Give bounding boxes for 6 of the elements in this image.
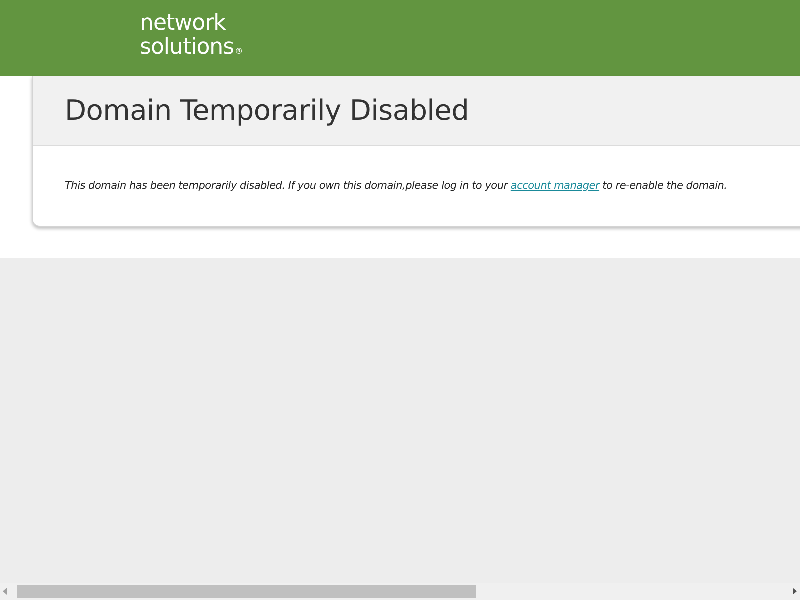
page-title: Domain Temporarily Disabled [65,94,470,127]
horizontal-scrollbar[interactable] [0,583,800,600]
account-manager-link[interactable]: account manager [510,180,600,192]
scrollbar-thumb[interactable] [17,585,476,598]
logo[interactable]: network solutions® [140,12,243,64]
notice-message: This domain has been temporarily disabled. If you own this domain,please log in to your account manager to re-enable the domain. [65,180,728,192]
